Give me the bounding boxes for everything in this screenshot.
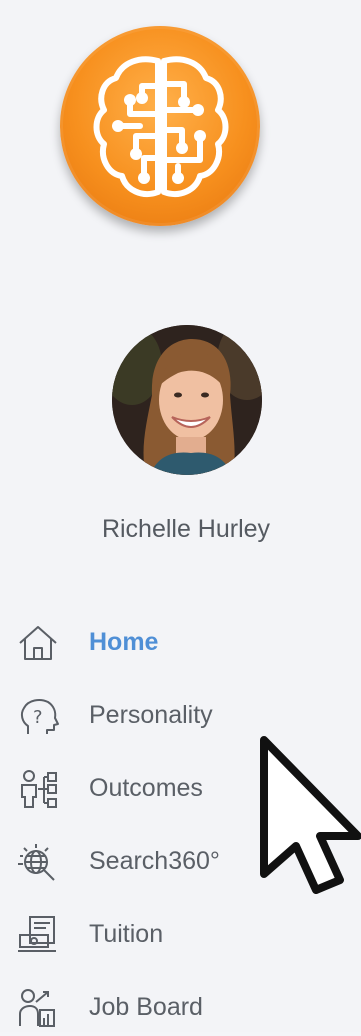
job-board-icon [16,988,62,1028]
user-name: Richelle Hurley [101,515,271,543]
brain-logo[interactable] [60,26,260,226]
money-register-icon [16,915,62,955]
nav-item-tuition[interactable]: Tuition [0,905,361,963]
nav-label-personality: Personality [89,701,213,729]
brain-circuit-icon [93,56,229,197]
nav-label-tuition: Tuition [89,920,164,948]
nav-label-home: Home [89,628,159,656]
person-flow-icon [16,769,62,809]
nav-label-outcomes: Outcomes [89,774,203,802]
home-icon [16,623,62,663]
globe-search-icon [16,842,62,882]
sidebar: Richelle Hurley Home ? Personality Outco… [0,0,361,1032]
mouse-pointer-icon [260,736,361,894]
nav-item-home[interactable]: Home [0,613,361,671]
nav-item-job-board[interactable]: Job Board [0,978,361,1036]
user-photo [112,325,262,475]
svg-text:?: ? [33,707,43,728]
nav-label-job-board: Job Board [89,993,203,1021]
avatar[interactable] [112,325,262,475]
nav-label-search360: Search360° [89,847,220,875]
head-question-icon: ? [16,696,62,736]
